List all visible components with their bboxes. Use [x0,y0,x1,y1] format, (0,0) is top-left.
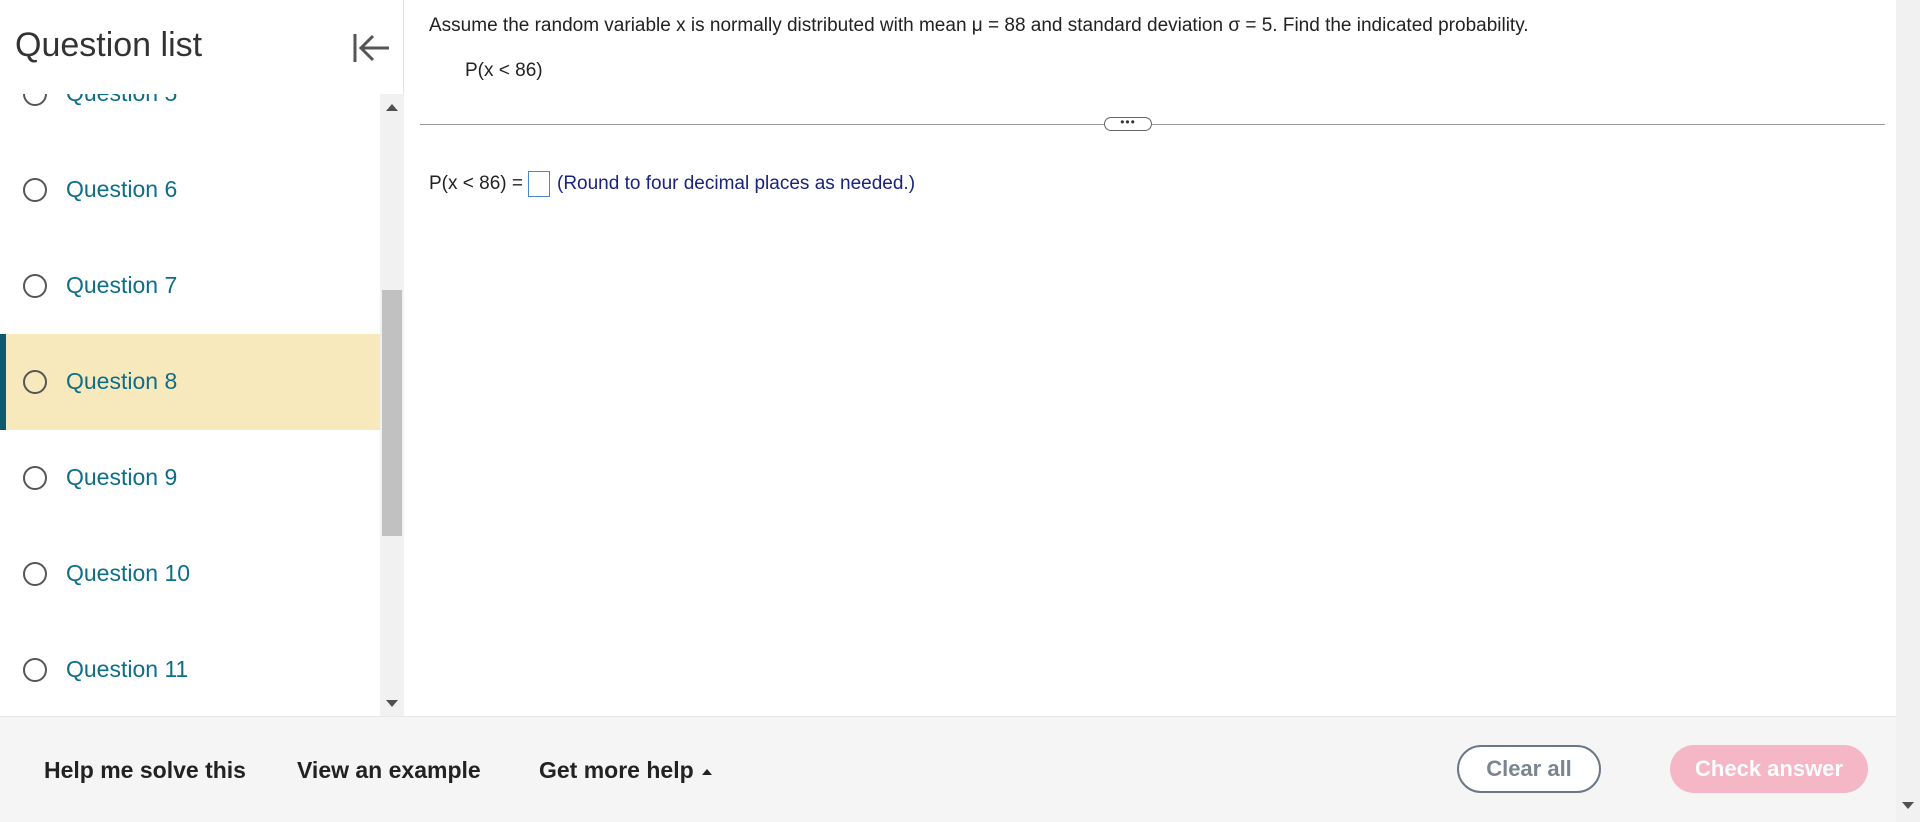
radio-unanswered-icon [23,178,47,202]
question-item-9[interactable]: Question 9 [0,430,380,526]
radio-unanswered-icon [23,658,47,682]
scroll-down-arrow-icon[interactable] [386,700,398,707]
page-scrollbar[interactable] [1896,0,1920,822]
question-list-sidebar: Question list Question 5 Question 6 Ques… [0,0,404,716]
probability-expression: P(x < 86) [465,60,543,81]
question-label: Question 7 [66,272,178,298]
radio-unanswered-icon [23,370,47,394]
section-divider [420,124,1885,125]
get-more-help-button[interactable]: Get more help [539,757,712,784]
expand-more-button[interactable]: ••• [1104,116,1152,131]
question-text: Assume the random variable x is normally… [429,15,1529,36]
scrollbar-thumb[interactable] [382,290,402,536]
question-label: Question 5 [66,94,177,107]
question-label: Question 6 [66,176,178,202]
question-list: Question 5 Question 6 Question 7 Questio… [0,94,380,716]
caret-up-icon [701,768,712,775]
radio-unanswered-icon [23,562,47,586]
view-example-button[interactable]: View an example [297,757,481,784]
radio-unanswered-icon [23,94,47,106]
question-label: Question 10 [66,560,191,586]
question-item-7[interactable]: Question 7 [0,238,380,334]
question-item-11[interactable]: Question 11 [0,622,380,716]
question-item-5[interactable]: Question 5 [0,94,380,142]
question-item-8[interactable]: Question 8 [0,334,380,430]
scroll-up-arrow-icon[interactable] [386,104,398,111]
get-more-help-label: Get more help [539,757,694,783]
collapse-left-icon [353,34,389,62]
sidebar-header: Question list [0,0,404,94]
sidebar-scrollbar[interactable] [380,94,404,716]
help-me-solve-button[interactable]: Help me solve this [44,757,246,784]
sidebar-title: Question list [15,26,203,64]
question-label: Question 8 [66,368,178,394]
question-label: Question 9 [66,464,178,490]
question-item-6[interactable]: Question 6 [0,142,380,238]
radio-unanswered-icon [23,466,47,490]
question-panel: Assume the random variable x is normally… [405,0,1895,716]
collapse-sidebar-button[interactable] [349,26,393,70]
scroll-down-arrow-icon[interactable] [1902,802,1914,809]
clear-all-button[interactable]: Clear all [1457,745,1601,793]
answer-input[interactable] [528,171,550,197]
radio-unanswered-icon [23,274,47,298]
answer-prefix: P(x < 86) = [429,173,523,194]
question-item-10[interactable]: Question 10 [0,526,380,622]
answer-row: P(x < 86) = (Round to four decimal place… [429,171,915,197]
question-label: Question 11 [66,656,189,682]
check-answer-button[interactable]: Check answer [1670,745,1868,793]
footer-toolbar: Help me solve this View an example Get m… [0,716,1896,822]
rounding-instruction: (Round to four decimal places as needed.… [557,173,916,194]
